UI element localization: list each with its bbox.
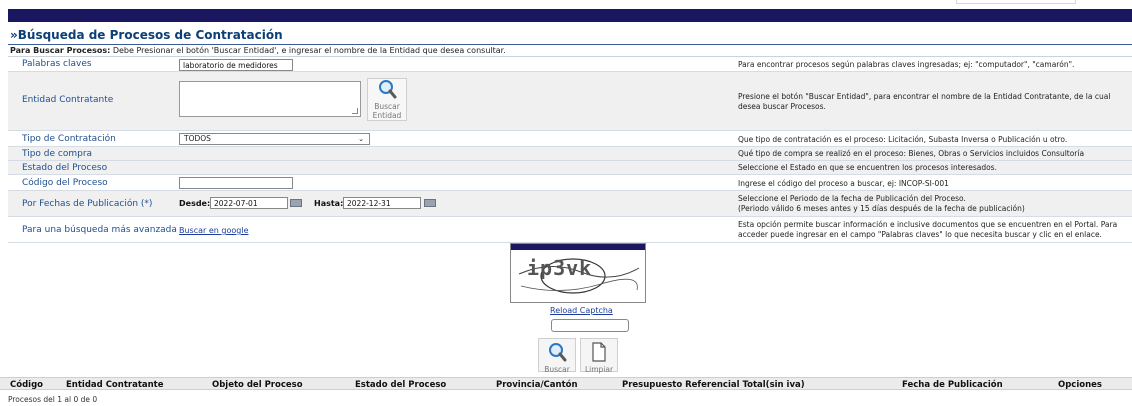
- tipo-contratacion-selected: TODOS: [184, 134, 211, 143]
- buscar-entidad-label-1: Buscar: [374, 102, 400, 111]
- chevron-down-icon: ⌄: [358, 135, 364, 143]
- row-entidad-contratante: Entidad Contratante Buscar Entidad Presi…: [8, 72, 1132, 131]
- busqueda-avanzada-help: Esta opción permite buscar información e…: [738, 220, 1118, 239]
- resize-grip-icon[interactable]: [352, 108, 358, 114]
- paging-info: Procesos del 1 al 0 de 0: [8, 395, 98, 404]
- limpiar-button[interactable]: Limpiar: [580, 338, 618, 374]
- captcha-input[interactable]: [551, 319, 629, 332]
- entidad-contratante-help: Presione el botón "Buscar Entidad", para…: [738, 92, 1111, 111]
- tipo-contratacion-help: Que tipo de contratación es el proceso: …: [738, 135, 1068, 144]
- row-estado-proceso: Estado del Proceso Seleccione el Estado …: [8, 161, 1132, 175]
- col-opciones: Opciones: [1058, 380, 1102, 390]
- buscar-google-link[interactable]: Buscar en google: [179, 226, 248, 235]
- tipo-compra-label: Tipo de compra: [22, 149, 93, 159]
- limpiar-label: Limpiar: [584, 365, 614, 374]
- row-fechas-publicacion: Por Fechas de Publicación (*) Desde: Has…: [8, 191, 1132, 217]
- title-divider: [8, 44, 1132, 45]
- row-busqueda-avanzada: Para una búsqueda más avanzada Buscar en…: [8, 217, 1132, 243]
- fechas-help-1: Seleccione el Periodo de la fecha de Pub…: [738, 194, 966, 203]
- col-estado-proceso[interactable]: Estado del Proceso: [355, 380, 446, 390]
- estado-proceso-help: Seleccione el Estado en que se encuentre…: [738, 163, 997, 172]
- col-objeto-proceso[interactable]: Objeto del Proceso: [212, 380, 303, 390]
- desde-label: Desde:: [179, 199, 211, 208]
- busqueda-avanzada-label: Para una búsqueda más avanzada: [22, 225, 177, 235]
- results-table-header: Código Entidad Contratante Objeto del Pr…: [0, 377, 1132, 390]
- row-tipo-compra: Tipo de compra Qué tipo de compra se rea…: [8, 147, 1132, 161]
- calendar-icon[interactable]: [290, 199, 302, 207]
- col-presupuesto[interactable]: Presupuesto Referencial Total(sin iva): [622, 380, 805, 390]
- instructions-label: Para Buscar Procesos:: [10, 46, 111, 55]
- captcha-image: ip3vk: [510, 243, 646, 303]
- top-navbar: [8, 9, 1132, 22]
- reload-captcha-link[interactable]: Reload Captcha: [550, 306, 613, 315]
- palabras-claves-label: Palabras claves: [22, 59, 92, 69]
- magnifier-icon: [549, 343, 567, 362]
- instructions: Para Buscar Procesos: Debe Presionar el …: [10, 46, 506, 55]
- codigo-proceso-help: Ingrese el código del proceso a buscar, …: [738, 179, 949, 188]
- instructions-text: Debe Presionar el botón 'Buscar Entidad'…: [110, 46, 506, 55]
- tipo-contratacion-label: Tipo de Contratación: [22, 134, 116, 144]
- row-codigo-proceso: Código del Proceso Ingrese el código del…: [8, 175, 1132, 191]
- tipo-contratacion-select[interactable]: TODOS ⌄: [179, 133, 370, 145]
- col-fecha-publicacion[interactable]: Fecha de Publicación: [902, 380, 1003, 390]
- buscar-label: Buscar: [544, 365, 570, 374]
- estado-proceso-label: Estado del Proceso: [22, 163, 108, 173]
- palabras-claves-help: Para encontrar procesos según palabras c…: [738, 60, 1075, 69]
- captcha-text: ip3vk: [527, 256, 593, 280]
- col-provincia-canton[interactable]: Provincia/Cantón: [496, 380, 578, 390]
- palabras-claves-input[interactable]: [179, 59, 293, 71]
- codigo-proceso-input[interactable]: [179, 177, 293, 189]
- top-right-box: [956, 0, 1076, 4]
- row-tipo-contratacion: Tipo de Contratación TODOS ⌄ Que tipo de …: [8, 131, 1132, 147]
- fechas-publicacion-label: Por Fechas de Publicación (*): [22, 199, 153, 209]
- hasta-date-input[interactable]: [343, 197, 421, 209]
- desde-date-input[interactable]: [210, 197, 288, 209]
- fechas-help-2: (Periodo válido 6 meses antes y 15 días …: [738, 204, 1025, 213]
- entidad-contratante-label: Entidad Contratante: [22, 95, 114, 105]
- col-entidad-contratante[interactable]: Entidad Contratante: [66, 380, 164, 390]
- tipo-compra-help: Qué tipo de compra se realizó en el proc…: [738, 149, 1085, 158]
- search-form: Palabras claves Para encontrar procesos …: [8, 56, 1132, 243]
- calendar-icon[interactable]: [424, 199, 436, 207]
- row-palabras-claves: Palabras claves Para encontrar procesos …: [8, 57, 1132, 72]
- blank-document-icon: [592, 342, 606, 362]
- magnifier-icon: [379, 80, 397, 99]
- codigo-proceso-label: Código del Proceso: [22, 178, 108, 188]
- col-codigo[interactable]: Código: [10, 380, 43, 390]
- buscar-entidad-button[interactable]: Buscar Entidad: [367, 78, 407, 121]
- entidad-contratante-textarea[interactable]: [179, 81, 361, 117]
- hasta-label: Hasta:: [314, 199, 344, 208]
- buscar-entidad-label-2: Entidad: [372, 111, 402, 120]
- page-title: »Búsqueda de Procesos de Contratación: [10, 28, 283, 42]
- buscar-button[interactable]: Buscar: [538, 338, 576, 374]
